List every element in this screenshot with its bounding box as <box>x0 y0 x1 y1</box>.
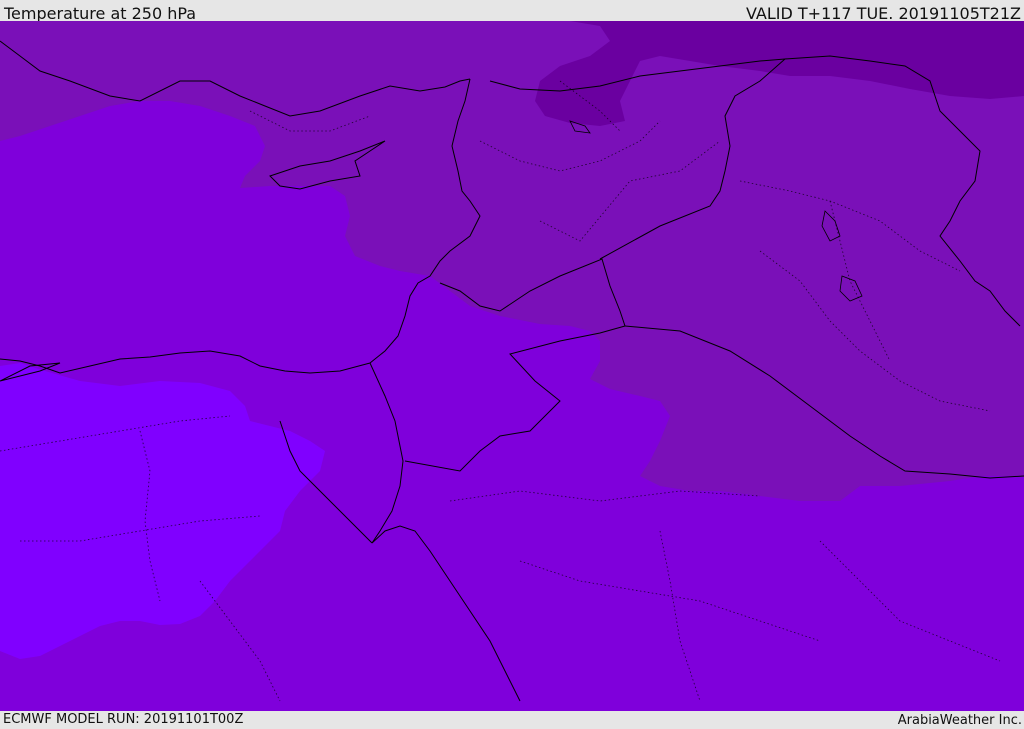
footer-bar: ECMWF MODEL RUN: 20191101T00Z ArabiaWeat… <box>0 711 1024 729</box>
header-bar: Temperature at 250 hPa VALID T+117 TUE. … <box>0 0 1024 23</box>
map-svg <box>0 21 1024 711</box>
model-run-text: ECMWF MODEL RUN: 20191101T00Z <box>3 712 244 727</box>
credit-text: ArabiaWeather Inc. <box>897 713 1022 728</box>
temperature-map[interactable] <box>0 21 1024 711</box>
